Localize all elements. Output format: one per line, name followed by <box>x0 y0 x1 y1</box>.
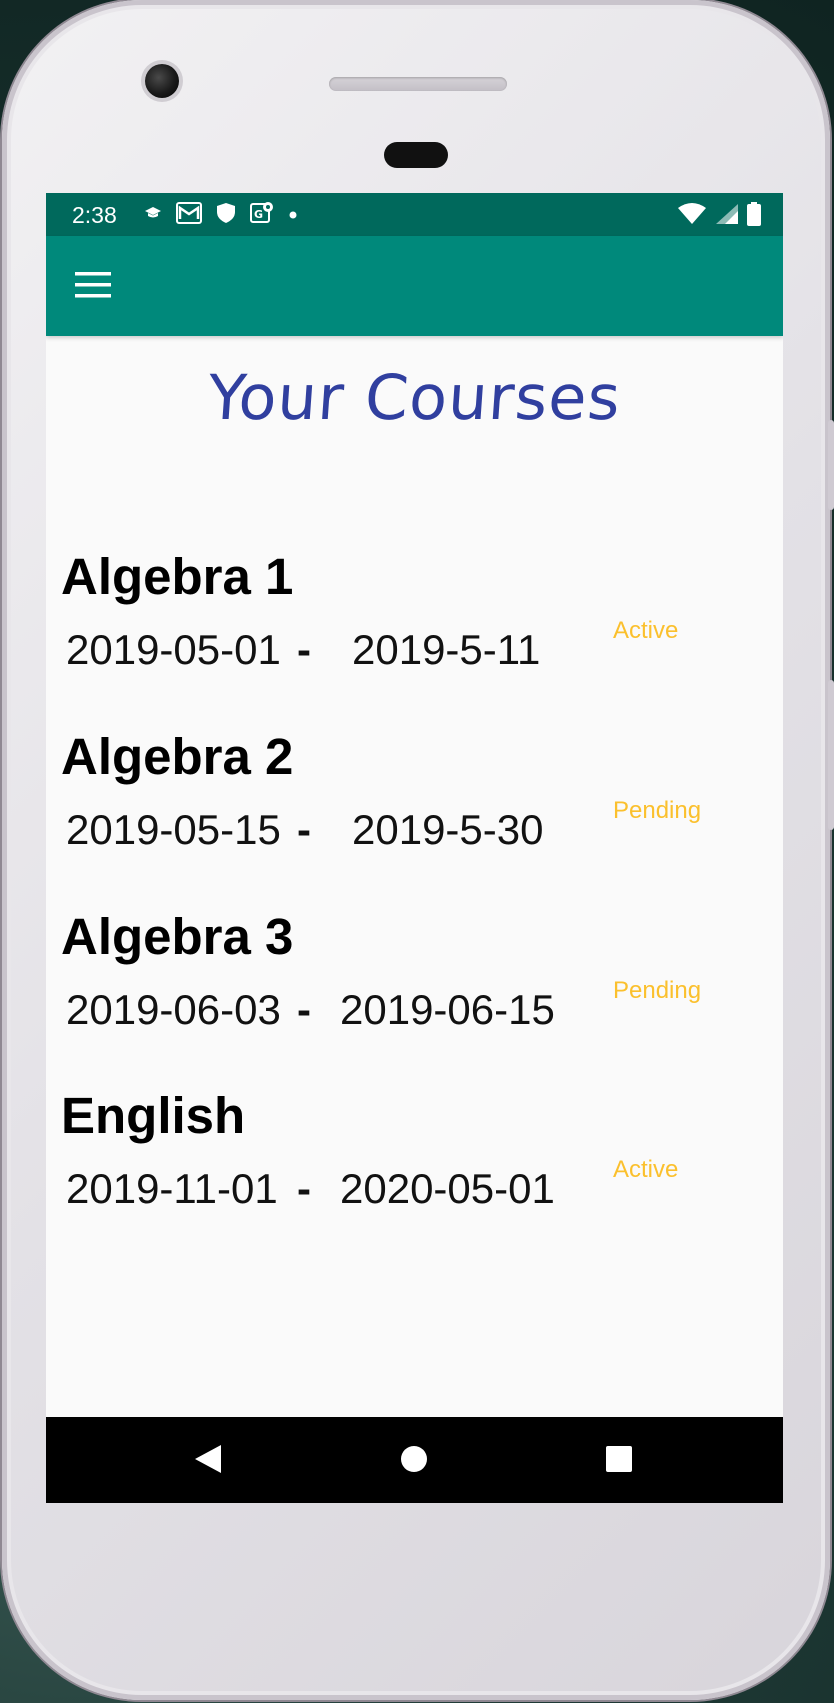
hamburger-menu-icon <box>75 271 111 303</box>
status-bar: 2:38 G <box>46 193 783 236</box>
course-name: Algebra 1 <box>61 548 294 605</box>
date-separator: - <box>297 806 311 853</box>
course-end-date: 2019-5-30 <box>352 806 544 853</box>
course-status: Active <box>613 617 679 644</box>
page-title: Your Courses <box>205 361 624 434</box>
course-name: Algebra 3 <box>61 908 294 965</box>
date-separator: - <box>297 1165 311 1212</box>
shield-icon <box>216 202 236 229</box>
recents-icon <box>605 1445 633 1478</box>
course-name: English <box>61 1087 246 1144</box>
menu-button[interactable] <box>68 262 118 312</box>
volume-button <box>828 420 834 510</box>
course-item[interactable]: Algebra 1 2019-05-01 - 2019-5-11 Active <box>46 547 783 717</box>
course-item[interactable]: Algebra 2 2019-05-15 - 2019-5-30 Pending <box>46 727 783 897</box>
graduation-cap-icon <box>144 206 162 225</box>
dot-icon <box>288 207 298 225</box>
course-start-date: 2019-05-01 <box>66 626 281 673</box>
svg-text:G: G <box>254 208 263 221</box>
course-start-date: 2019-11-01 <box>66 1165 278 1212</box>
phone-frame: 2:38 G Your Courses Algebra 1 2019-05-01… <box>2 0 834 1700</box>
app-bar <box>46 236 783 336</box>
proximity-sensor <box>384 142 448 168</box>
power-button <box>828 680 834 830</box>
signal-icon <box>715 203 739 230</box>
earpiece-speaker <box>329 77 507 91</box>
date-separator: - <box>297 986 311 1033</box>
back-icon <box>193 1443 223 1480</box>
navigation-bar <box>46 1417 783 1503</box>
maps-icon: G <box>250 201 274 230</box>
course-item[interactable]: Algebra 3 2019-06-03 - 2019-06-15 Pendin… <box>46 907 783 1077</box>
gmail-icon <box>176 202 202 229</box>
notification-icons: G <box>144 201 298 230</box>
course-start-date: 2019-05-15 <box>66 806 281 853</box>
course-status: Pending <box>613 797 702 824</box>
home-icon <box>400 1445 428 1478</box>
course-name: Algebra 2 <box>61 728 294 785</box>
home-button[interactable] <box>392 1439 436 1483</box>
status-time: 2:38 <box>72 202 117 228</box>
back-button[interactable] <box>186 1439 230 1483</box>
course-status: Pending <box>613 977 702 1004</box>
battery-icon <box>747 202 761 231</box>
screen: 2:38 G Your Courses Algebra 1 2019-05-01… <box>46 193 783 1503</box>
date-separator: - <box>297 626 311 673</box>
course-end-date: 2019-5-11 <box>352 626 541 673</box>
front-camera <box>145 64 179 98</box>
course-end-date: 2019-06-15 <box>340 986 555 1033</box>
recents-button[interactable] <box>597 1439 641 1483</box>
course-item[interactable]: English 2019-11-01 - 2020-05-01 Active <box>46 1086 783 1256</box>
course-end-date: 2020-05-01 <box>340 1165 555 1212</box>
wifi-icon <box>677 203 707 230</box>
course-start-date: 2019-06-03 <box>66 986 281 1033</box>
system-icons <box>677 202 761 231</box>
course-status: Active <box>613 1156 679 1183</box>
